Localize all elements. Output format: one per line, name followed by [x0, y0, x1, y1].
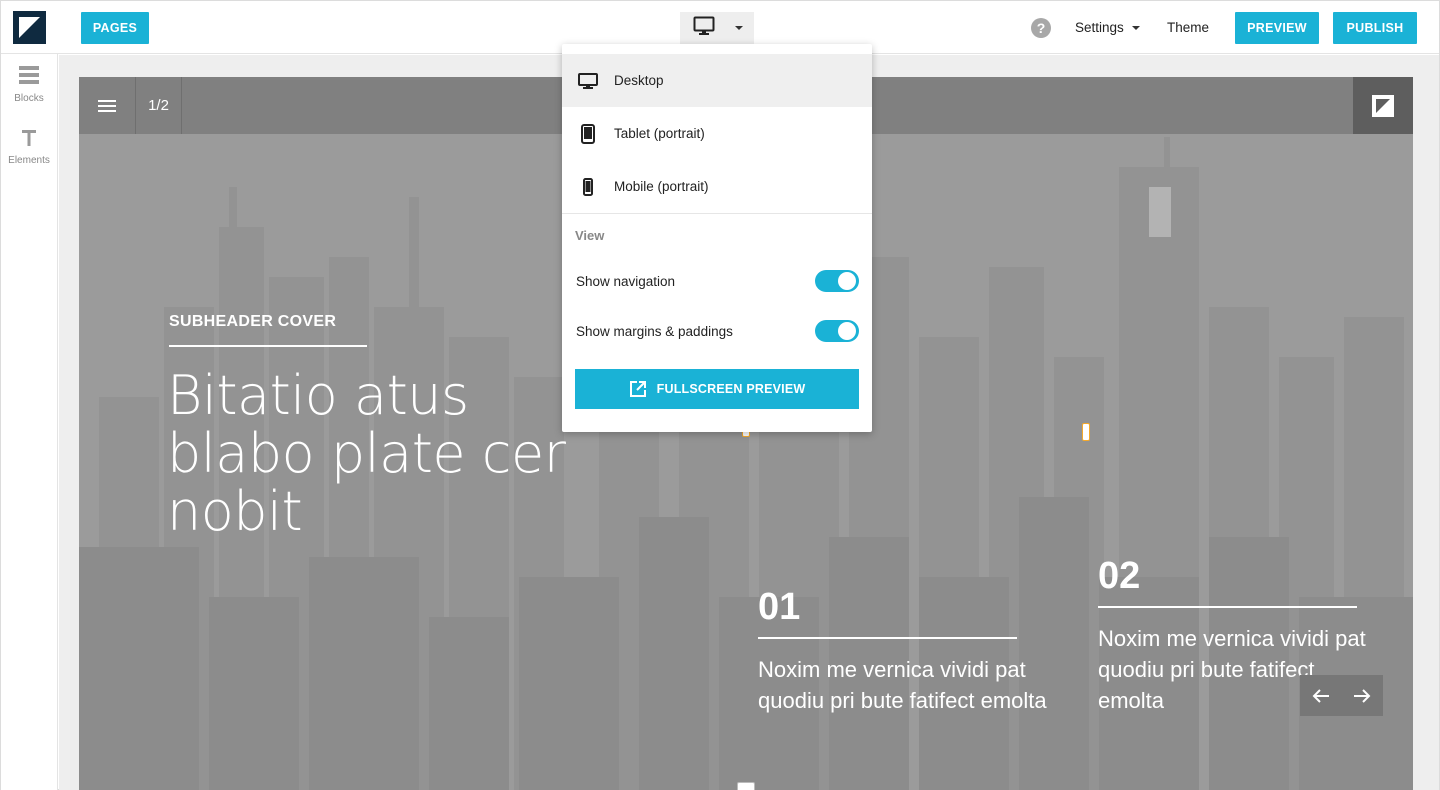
device-option-label: Desktop [614, 73, 664, 88]
page-counter: 1/2 [136, 77, 182, 134]
resize-handle[interactable] [1082, 423, 1090, 441]
device-option-tablet[interactable]: Tablet (portrait) [562, 107, 872, 160]
mobile-icon [578, 177, 598, 196]
subheader-divider [169, 345, 367, 347]
show-navigation-toggle[interactable] [815, 270, 859, 292]
feature-number: 02 [1098, 555, 1141, 597]
blocks-icon [19, 66, 39, 89]
device-option-mobile[interactable]: Mobile (portrait) [562, 160, 872, 213]
toggle-label: Show navigation [576, 273, 676, 289]
hero-title[interactable]: Bitatio atus blabo plate cer nobit [167, 367, 607, 541]
pages-button[interactable]: PAGES [81, 12, 149, 44]
sidebar-item-blocks[interactable]: Blocks [1, 66, 57, 104]
device-dropdown: Desktop Tablet (portrait) Mobile (portra… [562, 44, 872, 432]
app-logo[interactable] [13, 11, 46, 44]
show-margins-toggle[interactable] [815, 320, 859, 342]
show-navigation-row: Show navigation [576, 269, 859, 293]
view-section-heading: View [575, 228, 605, 243]
resize-handle[interactable] [737, 782, 755, 790]
arrow-right-icon[interactable] [1341, 675, 1382, 716]
menu-icon[interactable] [79, 77, 136, 134]
sidebar-item-label: Elements [8, 155, 50, 166]
slider-arrows [1300, 675, 1383, 716]
feature-text: Noxim me vernica vividi pat quodiu pri b… [758, 657, 1047, 713]
tablet-icon [578, 123, 598, 144]
text-icon [22, 130, 36, 151]
desktop-icon [693, 16, 715, 41]
sidebar-item-elements[interactable]: Elements [1, 130, 57, 166]
toggle-knob [838, 322, 856, 340]
toggle-knob [838, 272, 856, 290]
arrow-left-icon[interactable] [1300, 675, 1341, 716]
device-selector[interactable] [680, 12, 754, 44]
device-option-desktop[interactable]: Desktop [562, 54, 872, 107]
show-margins-row: Show margins & paddings [576, 319, 859, 343]
desktop-icon [578, 72, 598, 89]
chevron-down-icon [735, 26, 743, 30]
app-window: PAGES ? Settings Theme PREVIEW PUBLISH B… [0, 0, 1440, 790]
external-link-icon [629, 380, 647, 398]
toggle-label: Show margins & paddings [576, 323, 733, 339]
feature-divider [1098, 606, 1357, 608]
fullscreen-preview-button[interactable]: FULLSCREEN PREVIEW [575, 369, 859, 409]
fullscreen-preview-label: FULLSCREEN PREVIEW [656, 382, 806, 396]
settings-menu[interactable]: Settings [1075, 20, 1140, 35]
feature-item[interactable]: 01 Noxim me vernica vividi pat quodiu pr… [758, 587, 1078, 716]
feature-number: 01 [758, 586, 801, 628]
device-option-label: Mobile (portrait) [614, 179, 709, 194]
device-option-label: Tablet (portrait) [614, 126, 705, 141]
feature-divider [758, 637, 1017, 639]
chevron-down-icon [1131, 25, 1140, 30]
left-sidebar: Blocks Elements [1, 54, 58, 790]
publish-button[interactable]: PUBLISH [1333, 12, 1417, 44]
sidebar-item-label: Blocks [14, 93, 44, 104]
site-logo [1353, 77, 1413, 134]
settings-label: Settings [1075, 20, 1124, 35]
theme-link[interactable]: Theme [1167, 20, 1209, 35]
subheader-text[interactable]: SUBHEADER COVER [169, 313, 336, 331]
help-icon[interactable]: ? [1031, 18, 1051, 38]
preview-button[interactable]: PREVIEW [1235, 12, 1319, 44]
menu-divider [562, 213, 872, 214]
